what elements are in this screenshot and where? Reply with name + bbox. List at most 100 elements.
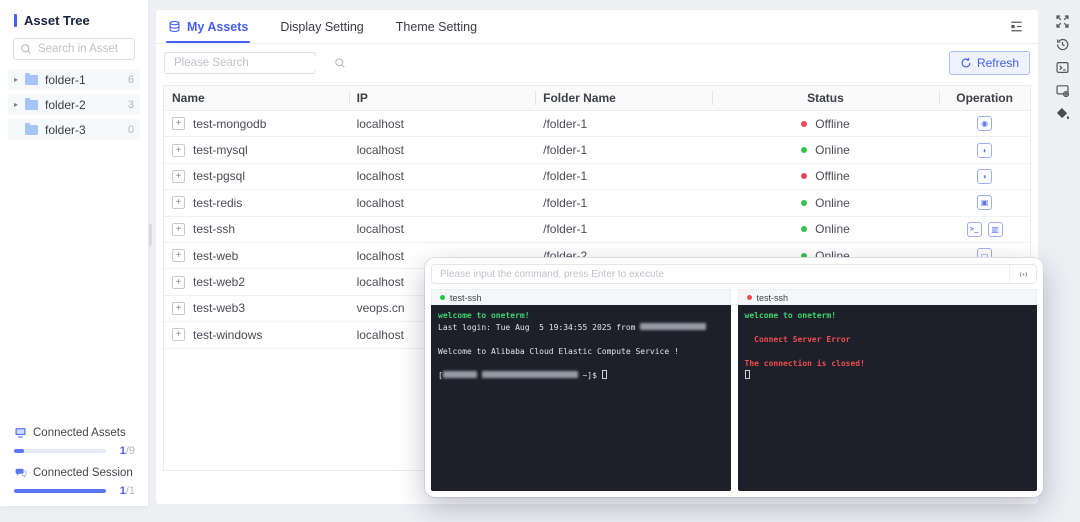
table-row[interactable]: +test-redislocalhost/folder-1Online▣ [164, 190, 1030, 216]
caret-right-icon[interactable]: ▸ [14, 75, 25, 84]
terminal-text: Connect Server Error [745, 335, 851, 344]
table-search-box[interactable] [164, 52, 316, 74]
column-header-operation: Operation [939, 86, 1030, 110]
mysql-icon[interactable]: ◗ [977, 143, 992, 158]
column-header-ip: IP [349, 86, 536, 110]
history-icon[interactable] [1055, 37, 1071, 51]
progress-fill [14, 449, 24, 453]
status-cell: Offline [712, 164, 939, 189]
asset-name: test-redis [193, 196, 242, 210]
terminal-tab-bar: test-ssh [738, 289, 1038, 305]
tree-node-folder-3[interactable]: folder-30 [8, 119, 140, 140]
progress-fill [14, 489, 106, 493]
name-cell: +test-ssh [164, 217, 349, 242]
table-search-input[interactable] [172, 56, 330, 70]
tab-display-setting[interactable]: Display Setting [278, 10, 365, 43]
terminal-status-dot [440, 295, 445, 300]
tab-my-assets[interactable]: My Assets [166, 10, 250, 43]
expand-row-icon[interactable]: + [172, 249, 185, 262]
status-text: Offline [815, 169, 849, 183]
status-text: Offline [815, 117, 849, 131]
tree-node-label: folder-2 [45, 98, 128, 112]
name-cell: + test-pgsql [164, 164, 349, 189]
folder-icon [25, 100, 38, 110]
terminal-text: Last login: Tue Aug 5 19:34:55 2025 from [438, 323, 640, 332]
tree-node-label: folder-1 [45, 73, 128, 87]
expand-row-icon[interactable]: + [172, 144, 185, 157]
telnet-icon[interactable]: ▥ [988, 222, 1003, 237]
sidebar-title: Asset Tree [24, 13, 90, 28]
terminal-tab[interactable]: test-ssh [747, 293, 789, 303]
terminal-screen[interactable]: welcome to oneterm! Last login: Tue Aug 5… [431, 305, 731, 491]
table-row[interactable]: +test-mysqllocalhost/folder-1Online◗ [164, 137, 1030, 163]
stat-progress: 1/9 [14, 445, 135, 457]
status-text: Online [815, 196, 850, 210]
asset-name: test-mongodb [193, 117, 266, 131]
terminal-line [438, 358, 724, 370]
asset-name: test-web2 [193, 275, 245, 289]
terminal-screen[interactable]: welcome to oneterm! Connect Server Error… [738, 305, 1038, 491]
expand-row-icon[interactable]: + [172, 223, 185, 236]
terminal-text: welcome to oneterm! [438, 311, 530, 320]
page: Asset Tree ▸folder-16▸folder-23folder-30… [0, 0, 1080, 522]
sidebar-resize-handle[interactable] [149, 224, 152, 246]
caret-right-icon[interactable]: ▸ [14, 100, 25, 109]
mongodb-icon[interactable]: ◉ [977, 116, 992, 131]
asset-name: test-pgsql [193, 169, 245, 183]
operation-cell: ◗ [939, 137, 1030, 162]
theme-icon[interactable] [1055, 106, 1071, 120]
operation-cell: >_ ▥ [939, 217, 1030, 242]
ip-cell: localhost [349, 137, 536, 162]
fullscreen-icon[interactable] [1055, 14, 1071, 28]
connection-stats: Connected Assets 1/9 Connected Session 1/1 [14, 417, 135, 497]
terminal-line: welcome to oneterm! [745, 310, 1031, 322]
asset-search-box[interactable] [13, 38, 135, 60]
expand-row-icon[interactable]: + [172, 170, 185, 183]
terminal-tab[interactable]: test-ssh [440, 293, 482, 303]
terminal-overlay: test-ssh welcome to oneterm! Last login: T… [425, 258, 1043, 497]
asset-search-input[interactable] [36, 42, 128, 56]
tree-node-folder-2[interactable]: ▸folder-23 [8, 94, 140, 115]
table-row[interactable]: +test-mongodblocalhost/folder-1Offline◉ [164, 111, 1030, 137]
status-cell: Online [712, 217, 939, 242]
tree-node-folder-1[interactable]: ▸folder-16 [8, 69, 140, 90]
column-header-folder-name: Folder Name [535, 86, 712, 110]
refresh-label: Refresh [977, 56, 1019, 70]
operation-cell: ▣ [939, 190, 1030, 215]
status-dot [801, 121, 807, 127]
terminal-tab-label: test-ssh [450, 293, 482, 303]
terminal-line: Last login: Tue Aug 5 19:34:55 2025 from [438, 322, 724, 334]
terminal-line [745, 346, 1031, 358]
expand-row-icon[interactable]: + [172, 276, 185, 289]
name-cell: +test-windows [164, 322, 349, 347]
stat-label-text: Connected Assets [33, 427, 126, 439]
batch-execute-icon[interactable] [1009, 265, 1036, 283]
operation-cell: ◖ [939, 164, 1030, 189]
terminal-pane: test-ssh welcome to oneterm! Last login: T… [431, 289, 731, 491]
table-row[interactable]: +test-sshlocalhost/folder-1Online>_▥ [164, 217, 1030, 243]
table-row[interactable]: +test-pgsqllocalhost/folder-1Offline◖ [164, 164, 1030, 190]
expand-row-icon[interactable]: + [172, 196, 185, 209]
stat-progress: 1/1 [14, 485, 135, 497]
display-setting-icon[interactable] [1055, 83, 1071, 97]
terminal-line [438, 334, 724, 346]
expand-row-icon[interactable]: + [172, 117, 185, 130]
menu-unfold-icon[interactable] [1009, 19, 1024, 34]
expand-row-icon[interactable]: + [172, 302, 185, 315]
tab-theme-setting[interactable]: Theme Setting [394, 10, 479, 43]
expand-row-icon[interactable]: + [172, 328, 185, 341]
ssh-icon[interactable]: >_ [967, 222, 982, 237]
stat-label-text: Connected Session [33, 467, 133, 479]
status-dot [801, 173, 807, 179]
refresh-icon [960, 57, 972, 69]
redis-icon[interactable]: ▣ [977, 195, 992, 210]
terminal-line: Welcome to Alibaba Cloud Elastic Compute… [438, 346, 724, 358]
tab-label: My Assets [187, 20, 248, 34]
table-toolbar: Refresh [156, 44, 1038, 75]
terminal-panes: test-ssh welcome to oneterm! Last login: T… [431, 289, 1037, 491]
postgresql-icon[interactable]: ◖ [977, 169, 992, 184]
command-input[interactable] [432, 269, 1009, 280]
asset-name: test-mysql [193, 143, 248, 157]
refresh-button[interactable]: Refresh [949, 51, 1030, 75]
quick-terminal-icon[interactable] [1055, 60, 1071, 74]
